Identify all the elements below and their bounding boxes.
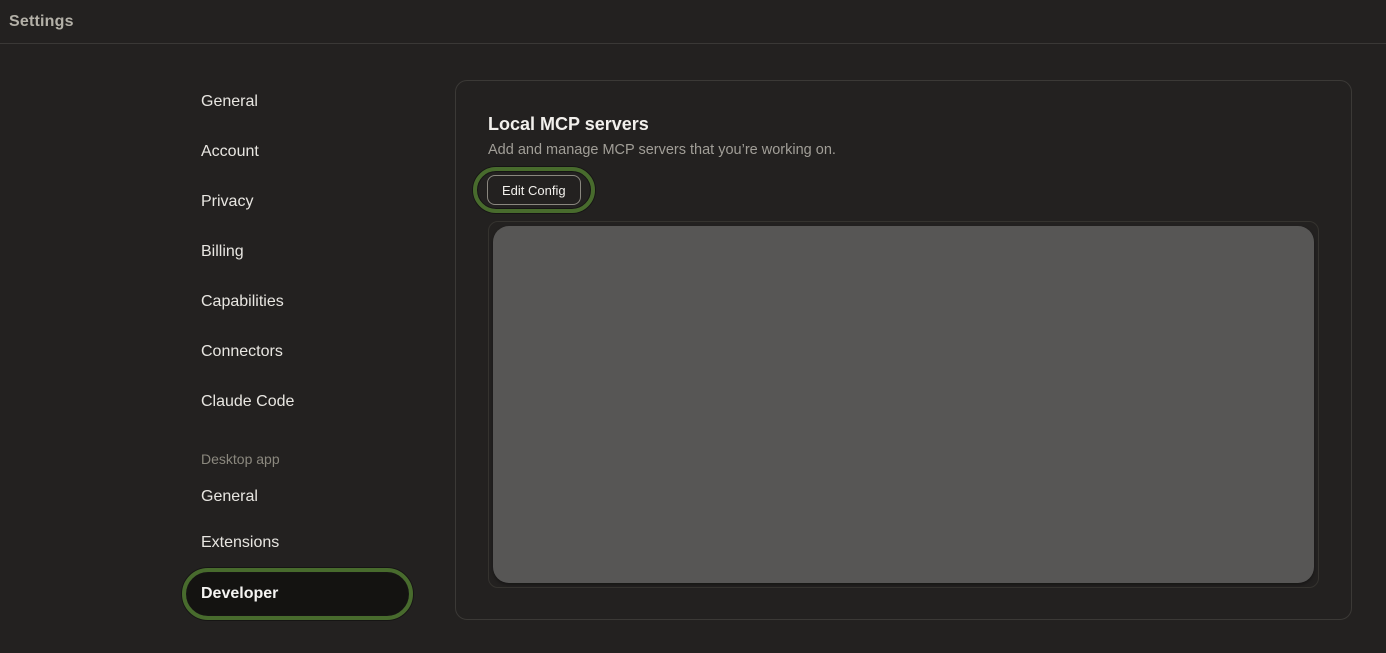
sidebar-item-claude-code[interactable]: Claude Code — [187, 381, 408, 423]
mcp-server-list-placeholder — [493, 226, 1314, 583]
sidebar-item-developer[interactable]: Developer — [187, 573, 408, 615]
card-subtitle: Add and manage MCP servers that you’re w… — [488, 142, 1319, 158]
settings-content: General Account Privacy Billing Capabili… — [0, 44, 1386, 653]
sidebar-item-billing[interactable]: Billing — [187, 231, 408, 273]
settings-sidebar: General Account Privacy Billing Capabili… — [187, 44, 408, 653]
sidebar-item-privacy[interactable]: Privacy — [187, 181, 408, 223]
sidebar-item-extensions[interactable]: Extensions — [187, 522, 408, 564]
sidebar-section-desktop-app: Desktop app — [187, 449, 408, 469]
page-title: Settings — [9, 13, 74, 31]
mcp-server-list-container — [488, 221, 1319, 588]
sidebar-item-account[interactable]: Account — [187, 131, 408, 173]
sidebar-item-capabilities[interactable]: Capabilities — [187, 281, 408, 323]
edit-config-button[interactable]: Edit Config — [487, 175, 581, 205]
sidebar-item-desktop-general[interactable]: General — [187, 476, 408, 518]
click-highlight-ring: Edit Config — [473, 167, 595, 213]
click-highlight-ring: Developer — [182, 568, 413, 620]
card-title: Local MCP servers — [488, 114, 1319, 135]
local-mcp-servers-card: Local MCP servers Add and manage MCP ser… — [455, 80, 1352, 620]
settings-topbar: Settings — [0, 0, 1386, 44]
sidebar-item-general[interactable]: General — [187, 81, 408, 123]
sidebar-item-connectors[interactable]: Connectors — [187, 331, 408, 373]
settings-main: Local MCP servers Add and manage MCP ser… — [408, 44, 1386, 653]
